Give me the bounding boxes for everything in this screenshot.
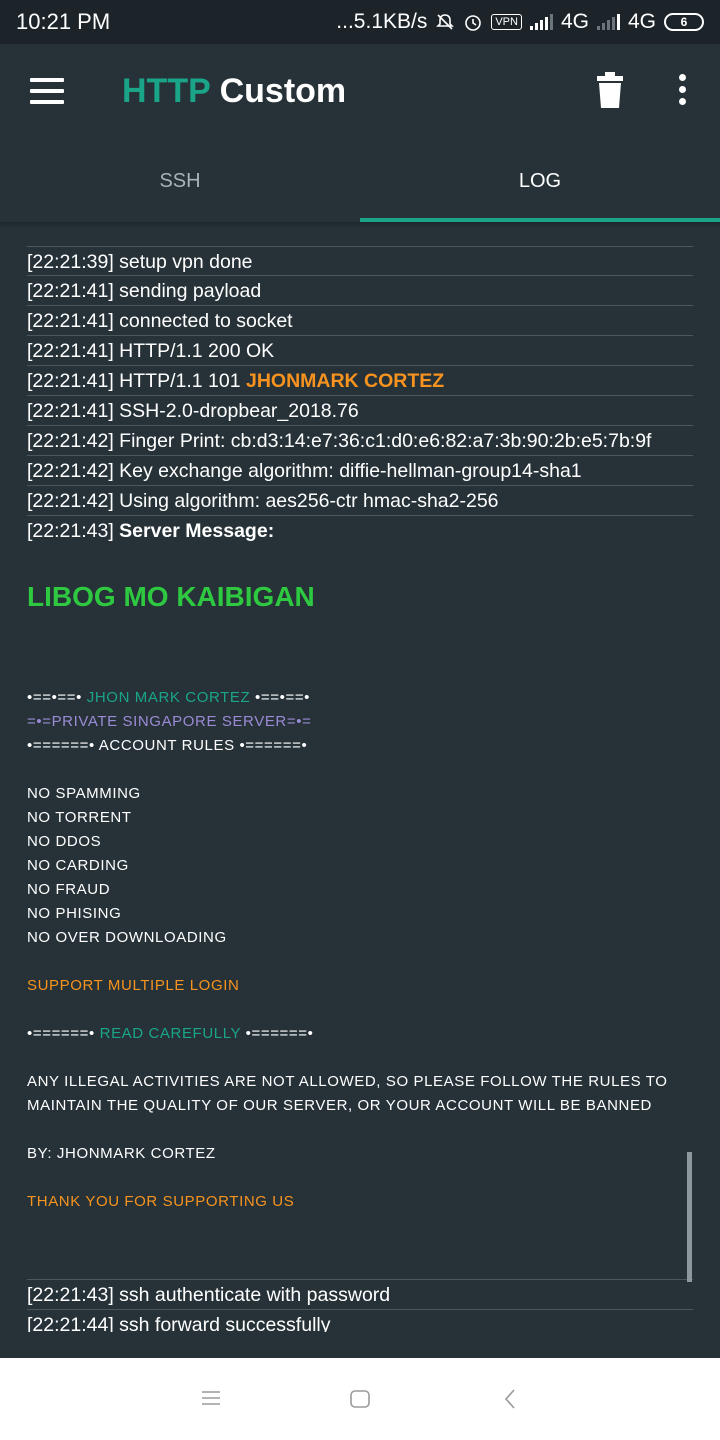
- tab-divider: [0, 222, 720, 228]
- tab-log[interactable]: LOG: [360, 140, 720, 222]
- app-title-custom: Custom: [219, 72, 347, 110]
- navigation-bar: [0, 1358, 720, 1440]
- recents-icon[interactable]: [201, 1390, 221, 1406]
- tab-ssh[interactable]: SSH: [0, 140, 360, 222]
- battery-icon: 6: [664, 13, 704, 31]
- hamburger-menu-icon[interactable]: [30, 78, 64, 104]
- log-line-prefix: [22:21:43]: [27, 520, 120, 542]
- screen: 10:21 PM ...5.1KB/s VPN 4G 4G 6 HTTP Cus…: [0, 0, 720, 1440]
- log-line: [22:21:41] SSH-2.0-dropbear_2018.76: [27, 396, 693, 426]
- msg-header-server: =•=PRIVATE SINGAPORE SERVER=•=: [27, 713, 312, 730]
- log-line: [22:21:42] Finger Print: cb:d3:14:e7:36:…: [27, 426, 693, 456]
- rule-item: NO TORRENT: [27, 809, 132, 826]
- server-message: •==•==• JHON MARK CORTEZ •==•==• =•=PRIV…: [27, 686, 693, 1214]
- warning-line: ANY ILLEGAL ACTIVITIES ARE NOT ALLOWED, …: [27, 1073, 668, 1090]
- warning-line: MAINTAIN THE QUALITY OF OUR SERVER, OR Y…: [27, 1097, 652, 1114]
- rule-item: NO OVER DOWNLOADING: [27, 929, 227, 946]
- server-banner: LIBOG MO KAIBIGAN: [27, 581, 315, 612]
- status-bar: 10:21 PM ...5.1KB/s VPN 4G 4G 6: [0, 0, 720, 44]
- status-icons: ...5.1KB/s VPN 4G 4G 6: [336, 10, 704, 34]
- author-line: BY: JHONMARK CORTEZ: [27, 1145, 216, 1162]
- rule-item: NO FRAUD: [27, 881, 111, 898]
- signal-icon: [529, 14, 553, 30]
- msg-read-carefully: •======• READ CAREFULLY •======•: [27, 1025, 314, 1042]
- network-speed: ...5.1KB/s: [336, 10, 428, 33]
- log-line: [22:21:41] sending payload: [27, 276, 693, 306]
- log-panel[interactable]: [22:21:39] setup vpn done [22:21:41] sen…: [27, 246, 693, 1332]
- log-line: [22:21:43] ssh authenticate with passwor…: [27, 1280, 693, 1310]
- log-line: [22:21:43] Server Message:: [27, 516, 693, 546]
- log-line: [22:21:41] HTTP/1.1 200 OK: [27, 336, 693, 366]
- network-type-1: 4G: [560, 10, 589, 33]
- app-title: HTTP Custom: [122, 72, 346, 111]
- network-type-2: 4G: [627, 10, 656, 33]
- log-line-highlight: JHONMARK CORTEZ: [245, 370, 445, 392]
- rule-item: NO SPAMMING: [27, 785, 141, 802]
- rule-item: NO DDOS: [27, 833, 102, 850]
- rule-item: NO PHISING: [27, 905, 122, 922]
- server-message-label: Server Message:: [119, 520, 275, 542]
- rule-item: NO CARDING: [27, 857, 129, 874]
- log-line: [22:21:39] setup vpn done: [27, 246, 693, 276]
- app-bar: HTTP Custom: [0, 44, 720, 140]
- log-line: [22:21:41] HTTP/1.1 101 JHONMARK CORTEZ: [27, 366, 693, 396]
- support-note: SUPPORT MULTIPLE LOGIN: [27, 977, 240, 994]
- log-line-prefix: [22:21:41] HTTP/1.1 101: [27, 370, 246, 392]
- log-line: [22:21:41] connected to socket: [27, 306, 693, 336]
- log-tail: [22:21:43] ssh authenticate with passwor…: [27, 1280, 693, 1332]
- trash-icon[interactable]: [596, 72, 624, 108]
- battery-level: 6: [680, 15, 688, 29]
- msg-header-owner: •==•==• JHON MARK CORTEZ •==•==•: [27, 689, 311, 706]
- log-line: [22:21:42] Key exchange algorithm: diffi…: [27, 456, 693, 486]
- alarm-icon: [465, 15, 482, 31]
- tab-bar: SSH LOG: [0, 140, 720, 222]
- msg-header-rules: •======• ACCOUNT RULES •======•: [27, 737, 308, 754]
- log-line: [22:21:44] ssh forward successfully: [27, 1314, 331, 1332]
- thanks-line: THANK YOU FOR SUPPORTING US: [27, 1193, 295, 1210]
- signal-icon-2: [596, 14, 620, 30]
- home-icon[interactable]: [350, 1390, 370, 1408]
- back-icon[interactable]: [503, 1389, 517, 1409]
- status-time: 10:21 PM: [16, 9, 111, 34]
- vpn-icon: VPN: [491, 14, 522, 30]
- app-title-http: HTTP: [122, 72, 211, 110]
- mute-icon: [436, 14, 455, 30]
- scrollbar-thumb[interactable]: [687, 1152, 692, 1282]
- more-vertical-icon[interactable]: [672, 74, 692, 110]
- log-line: [22:21:42] Using algorithm: aes256-ctr h…: [27, 486, 693, 516]
